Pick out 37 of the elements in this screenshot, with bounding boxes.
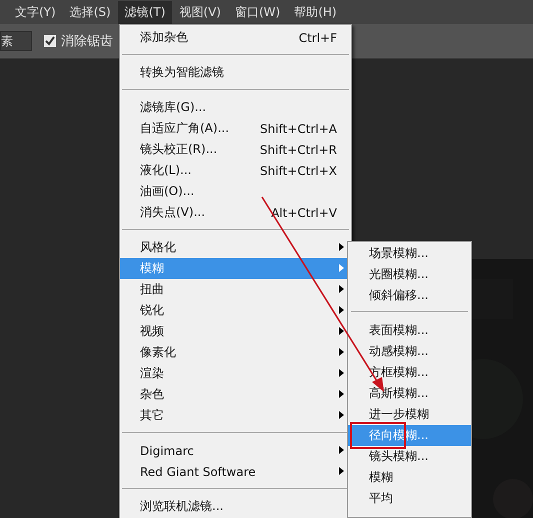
menu-item[interactable]: 动感模糊...	[348, 341, 471, 362]
menu-item[interactable]: 锐化	[120, 300, 351, 321]
menu-bar-item[interactable]: 滤镜(T)	[118, 0, 172, 24]
input-field[interactable]: 素	[0, 31, 32, 51]
menu-item[interactable]: 添加杂色 Ctrl+F	[120, 27, 351, 48]
menu-item[interactable]: 自适应广角(A)... Shift+Ctrl+A	[120, 118, 351, 139]
menu-item[interactable]: 转换为智能滤镜	[120, 62, 351, 83]
menu-item[interactable]: 像素化	[120, 342, 351, 363]
menu-item[interactable]: 视频	[120, 321, 351, 342]
menu-item[interactable]: 平均	[348, 488, 471, 509]
menu-bar-item[interactable]: 视图(V)	[172, 0, 228, 24]
checkbox-label: 消除锯齿	[61, 33, 113, 50]
menu-bar-item[interactable]: 选择(S)	[62, 0, 118, 24]
menu-item[interactable]: Red Giant Software	[120, 461, 351, 482]
menu-item[interactable]: 扭曲	[120, 279, 351, 300]
menu-item[interactable]: 杂色	[120, 384, 351, 405]
menu-bar-item[interactable]: 文字(Y)	[8, 0, 63, 24]
menu-item[interactable]: 油画(O)...	[120, 181, 351, 202]
menu-item[interactable]: 镜头校正(R)... Shift+Ctrl+R	[120, 139, 351, 160]
menu-item[interactable]: 镜头模糊...	[348, 446, 471, 467]
highlight-box	[350, 422, 406, 449]
menu-item[interactable]: 风格化	[120, 237, 351, 258]
menu-item[interactable]: 倾斜偏移...	[348, 285, 471, 306]
menu-item[interactable]: 渲染	[120, 363, 351, 384]
menu-item[interactable]: 其它	[120, 405, 351, 426]
menu-item[interactable]: 光圈模糊...	[348, 264, 471, 285]
menu-item[interactable]: 模糊	[348, 467, 471, 488]
checkbox[interactable]	[44, 35, 56, 47]
menu-item[interactable]: 进一步模糊	[348, 404, 471, 425]
menu-item[interactable]: 浏览联机滤镜...	[120, 496, 351, 517]
menu-bar-item[interactable]: 窗口(W)	[228, 0, 288, 24]
menu-item[interactable]: 液化(L)... Shift+Ctrl+X	[120, 160, 351, 181]
menu-item[interactable]: 场景模糊...	[348, 243, 471, 264]
menu-item[interactable]: Digimarc	[120, 440, 351, 461]
menu-item[interactable]: 表面模糊...	[348, 320, 471, 341]
menu-item[interactable]: 滤镜库(G)...	[120, 97, 351, 118]
menu-bar-item[interactable]: 帮助(H)	[287, 0, 344, 24]
